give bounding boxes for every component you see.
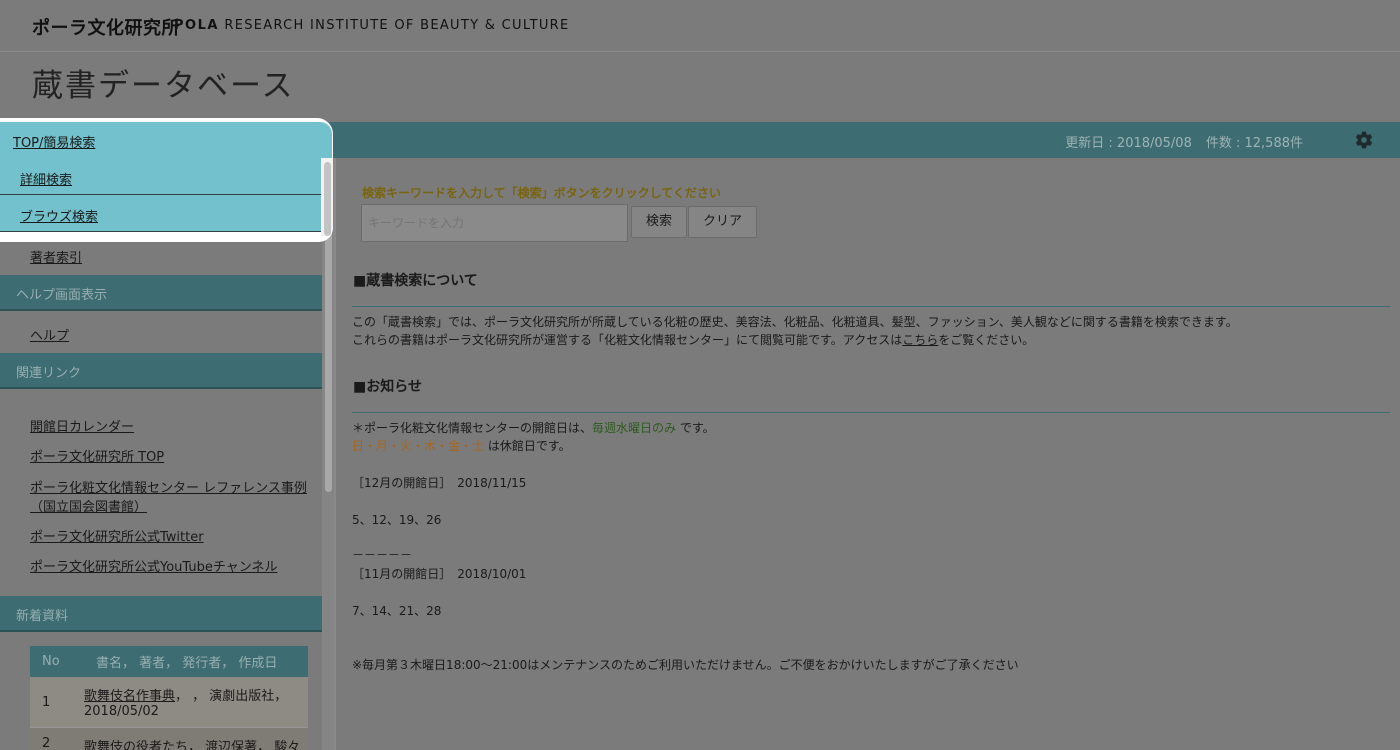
- closed-days-text: は休館日です。: [484, 439, 571, 453]
- sidebar-header-links: 関連リンク: [0, 353, 322, 389]
- november-schedule: ［11月の開館日］ 2018/10/01: [352, 567, 527, 581]
- detail-search-link[interactable]: 詳細検索: [20, 169, 72, 188]
- search-input[interactable]: [361, 204, 628, 242]
- sidebar-item-browse[interactable]: ブラウズ検索: [0, 195, 321, 232]
- maintenance-notice: ※毎月第３木曜日18:00～21:00はメンテナンスのためご利用いただけません。…: [352, 658, 1019, 672]
- brand-subtitle: RESEARCH INSTITUTE OF BEAUTY & CULTURE: [224, 18, 570, 33]
- link-calendar[interactable]: 開館日カレンダー: [30, 416, 134, 435]
- brand-logo-en[interactable]: POLA RESEARCH INSTITUTE OF BEAUTY & CULT…: [174, 18, 570, 33]
- about-line-2-text: これらの書籍はポーラ文化研究所が運営する「化粧文化情報センター」にて閲覧可能です…: [352, 333, 903, 347]
- link-reference-cases-ndl[interactable]: （国立国会図書館）: [30, 496, 147, 515]
- book-title-link[interactable]: 歌舞伎名作事典: [84, 689, 175, 704]
- table-row: 2 歌舞伎の役者たち， 渡辺保著， 駿々: [30, 726, 308, 750]
- link-reference-cases[interactable]: ポーラ化粧文化情報センター レファレンス事例: [30, 477, 307, 496]
- link-youtube[interactable]: ポーラ文化研究所公式YouTubeチャンネル: [30, 556, 277, 575]
- row-info: 歌舞伎名作事典， ， 演劇出版社， 2018/05/02: [84, 677, 308, 727]
- sidebar-item-detail[interactable]: 詳細検索: [0, 158, 321, 195]
- schedule-separator: －－－－－: [352, 548, 413, 562]
- about-line-1: この「蔵書検索」では、ポーラ文化研究所が所蔵している化粧の歴史、美容法、化粧品、…: [352, 315, 1238, 329]
- search-button[interactable]: 検索: [631, 206, 687, 238]
- database-meta: 更新日 : 2018/05/08 件数 : 12,588件: [1065, 132, 1303, 151]
- browse-search-link[interactable]: ブラウズ検索: [20, 206, 98, 225]
- record-count: 件数 : 12,588件: [1205, 136, 1303, 151]
- search-instruction: 検索キーワードを入力して「検索」ボタンをクリックしてください: [362, 186, 721, 200]
- december-days: 5、12、19、26: [352, 513, 442, 527]
- book-meta: ， 渡辺保著， 駿々: [188, 739, 301, 750]
- brand-pola: POLA: [174, 18, 219, 33]
- clear-button[interactable]: クリア: [688, 206, 757, 238]
- opening-text: ＊ポーラ化粧文化情報センターの開館日は、: [352, 421, 593, 435]
- sidebar-item-author-index[interactable]: 著者索引: [30, 247, 82, 266]
- opening-day-highlight: 毎週水曜日のみ: [592, 421, 677, 435]
- page-title: 蔵書データベース: [32, 68, 295, 104]
- row-info: 歌舞伎の役者たち， 渡辺保著， 駿々: [84, 726, 308, 750]
- opening-day-notice: ＊ポーラ化粧文化情報センターの開館日は、毎週水曜日のみ です。: [352, 419, 715, 437]
- updated-date: 更新日 : 2018/05/08: [1065, 136, 1192, 151]
- sidebar-item-top[interactable]: TOP/簡易検索: [0, 122, 332, 158]
- book-date: 2018/05/02: [84, 704, 159, 719]
- top-search-link[interactable]: TOP/簡易検索: [13, 132, 95, 151]
- closed-days: 日・月・火・木・金・土: [352, 439, 485, 453]
- new-items-table: No 書名， 著者， 発行者， 作成日 1 歌舞伎名作事典， ， 演劇出版社， …: [30, 646, 308, 750]
- brand-logo-jp[interactable]: ポーラ文化研究所: [32, 14, 180, 40]
- link-pola-top[interactable]: ポーラ文化研究所 TOP: [30, 446, 164, 465]
- column-info: 書名， 著者， 発行者， 作成日: [84, 646, 308, 677]
- table-row: 1 歌舞伎名作事典， ， 演劇出版社， 2018/05/02: [30, 677, 308, 727]
- december-schedule: ［12月の開館日］ 2018/11/15: [352, 476, 527, 490]
- book-meta: ， ， 演劇出版社，: [175, 689, 288, 704]
- main-content: 検索キーワードを入力して「検索」ボタンをクリックしてください 検索 クリア ■蔵…: [336, 158, 1400, 750]
- opening-text-end: です。: [676, 421, 715, 435]
- november-days: 7、14、21、28: [352, 604, 442, 618]
- closed-days-notice: 日・月・火・木・金・土 は休館日です。: [352, 437, 571, 455]
- about-line-2-end: をご覧ください。: [938, 333, 1035, 347]
- sidebar-item-help[interactable]: ヘルプ: [30, 325, 69, 344]
- row-number: 2: [30, 726, 84, 750]
- access-link[interactable]: こちら: [902, 333, 938, 347]
- table-header-row: No 書名， 著者， 発行者， 作成日: [30, 646, 308, 677]
- news-heading: ■お知らせ: [353, 379, 422, 395]
- sidebar-header-help: ヘルプ画面表示: [0, 275, 322, 311]
- book-title-link[interactable]: 歌舞伎の役者たち: [84, 740, 188, 750]
- gear-icon[interactable]: [1354, 130, 1374, 150]
- site-header: ポーラ文化研究所 POLA RESEARCH INSTITUTE OF BEAU…: [0, 0, 1400, 52]
- sidebar-header-new: 新着資料: [0, 596, 322, 632]
- row-number: 1: [30, 677, 84, 727]
- highlight-scrollbar-thumb[interactable]: [324, 162, 331, 236]
- news-rule: [352, 412, 1390, 413]
- about-rule: [352, 306, 1390, 307]
- about-heading: ■蔵書検索について: [353, 273, 478, 289]
- column-no: No: [30, 646, 84, 677]
- link-twitter[interactable]: ポーラ文化研究所公式Twitter: [30, 526, 204, 545]
- about-line-2: これらの書籍はポーラ文化研究所が運営する「化粧文化情報センター」にて閲覧可能です…: [352, 331, 1034, 349]
